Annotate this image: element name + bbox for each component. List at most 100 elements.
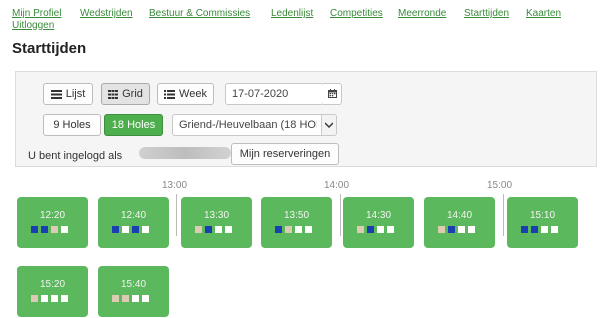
course-select-value: Griend-/Heuvelbaan (18 HOLES) xyxy=(179,119,317,131)
player-square xyxy=(61,226,68,233)
player-square xyxy=(521,226,528,233)
player-indicators xyxy=(112,226,149,233)
calendar-button[interactable] xyxy=(323,83,342,105)
player-square xyxy=(295,226,302,233)
timeline-label-1400: 14:00 xyxy=(324,180,350,191)
tee-time-slot[interactable]: 15:40 xyxy=(98,266,169,317)
eighteen-holes-button[interactable]: 18 Holes xyxy=(104,114,163,136)
course-select[interactable]: Griend-/Heuvelbaan (18 HOLES) xyxy=(172,114,337,136)
player-square xyxy=(225,226,232,233)
player-square xyxy=(357,226,364,233)
tee-time-label: 14:30 xyxy=(365,210,392,221)
player-indicators xyxy=(31,295,68,302)
view-grid-button[interactable]: Grid xyxy=(101,83,150,105)
player-square xyxy=(285,226,292,233)
timeline-divider-1300 xyxy=(176,194,177,236)
tee-time-label: 14:40 xyxy=(446,210,473,221)
grid-icon xyxy=(108,89,119,99)
nine-holes-button[interactable]: 9 Holes xyxy=(43,114,101,136)
logged-in-label: U bent ingelogd als xyxy=(28,150,123,162)
player-square xyxy=(112,226,119,233)
player-square xyxy=(51,295,58,302)
nav-kaarten[interactable]: Kaarten xyxy=(526,8,561,19)
player-square xyxy=(468,226,475,233)
player-square xyxy=(112,295,119,302)
tee-time-slot[interactable]: 14:30 xyxy=(343,197,414,248)
player-indicators xyxy=(438,226,475,233)
player-square xyxy=(41,226,48,233)
player-square xyxy=(215,226,222,233)
player-indicators xyxy=(112,295,149,302)
tee-time-slot[interactable]: 15:10 xyxy=(507,197,578,248)
nav-bestuur-commissies[interactable]: Bestuur & Commissies xyxy=(149,8,250,19)
page-title: Starttijden xyxy=(12,40,87,57)
tee-time-slot[interactable]: 13:50 xyxy=(261,197,332,248)
player-square xyxy=(438,226,445,233)
player-square xyxy=(305,226,312,233)
tee-time-label: 13:30 xyxy=(203,210,230,221)
tee-time-label: 15:10 xyxy=(529,210,556,221)
player-square xyxy=(51,226,58,233)
player-square xyxy=(122,295,129,302)
date-input[interactable]: 17-07-2020 xyxy=(225,83,324,105)
timeline-label-1300: 13:00 xyxy=(162,180,188,191)
view-grid-label: Grid xyxy=(122,88,143,100)
list-icon xyxy=(50,89,62,99)
timeline-divider-1500 xyxy=(503,194,504,236)
tee-time-label: 12:20 xyxy=(39,210,66,221)
my-reservations-button[interactable]: Mijn reserveringen xyxy=(231,143,339,165)
controls-panel: Lijst Grid Week 17-07-2020 9 Holes 18 Ho… xyxy=(15,71,597,167)
calendar-icon xyxy=(327,85,337,103)
view-list-label: Lijst xyxy=(65,88,86,100)
player-square xyxy=(448,226,455,233)
player-square xyxy=(142,226,149,233)
timeline-label-1500: 15:00 xyxy=(487,180,513,191)
player-square xyxy=(132,226,139,233)
view-week-button[interactable]: Week xyxy=(157,83,214,105)
player-indicators xyxy=(275,226,312,233)
tee-time-slot[interactable]: 13:30 xyxy=(181,197,252,248)
player-square xyxy=(31,226,38,233)
tee-time-slot[interactable]: 12:20 xyxy=(17,197,88,248)
player-square xyxy=(31,295,38,302)
nav-competities[interactable]: Competities xyxy=(330,8,383,19)
nav-mijn-profiel[interactable]: Mijn Profiel xyxy=(12,8,61,19)
tee-time-grid: 13:00 14:00 15:00 12:20 12:40 13:30 13:50 14… xyxy=(0,178,601,318)
player-square xyxy=(41,295,48,302)
player-indicators xyxy=(521,226,558,233)
player-square xyxy=(275,226,282,233)
player-indicators xyxy=(357,226,394,233)
view-week-label: Week xyxy=(179,88,207,100)
username-redacted xyxy=(139,147,231,159)
player-indicators xyxy=(31,226,68,233)
view-list-button[interactable]: Lijst xyxy=(43,83,93,105)
player-square xyxy=(205,226,212,233)
tee-time-label: 13:50 xyxy=(283,210,310,221)
player-square xyxy=(551,226,558,233)
player-square xyxy=(122,226,129,233)
tee-time-slot[interactable]: 15:20 xyxy=(17,266,88,317)
nav-wedstrijden[interactable]: Wedstrijden xyxy=(80,8,133,19)
player-indicators xyxy=(195,226,232,233)
player-square xyxy=(195,226,202,233)
player-square xyxy=(61,295,68,302)
player-square xyxy=(531,226,538,233)
tee-time-label: 12:40 xyxy=(120,210,147,221)
player-square xyxy=(377,226,384,233)
chevron-down-icon xyxy=(321,115,336,135)
player-square xyxy=(142,295,149,302)
nav-starttijden[interactable]: Starttijden xyxy=(464,8,509,19)
nav-ledenlijst[interactable]: Ledenlijst xyxy=(271,8,313,19)
player-square xyxy=(387,226,394,233)
player-square xyxy=(132,295,139,302)
tee-time-label: 15:40 xyxy=(120,279,147,290)
nav-meerronde[interactable]: Meerronde xyxy=(398,8,446,19)
player-square xyxy=(541,226,548,233)
timeline-divider-1400 xyxy=(340,194,341,236)
tee-time-slot[interactable]: 12:40 xyxy=(98,197,169,248)
tee-time-slot[interactable]: 14:40 xyxy=(424,197,495,248)
week-icon xyxy=(164,89,176,99)
nav-uitloggen[interactable]: Uitloggen xyxy=(12,20,54,31)
player-square xyxy=(367,226,374,233)
tee-time-label: 15:20 xyxy=(39,279,66,290)
